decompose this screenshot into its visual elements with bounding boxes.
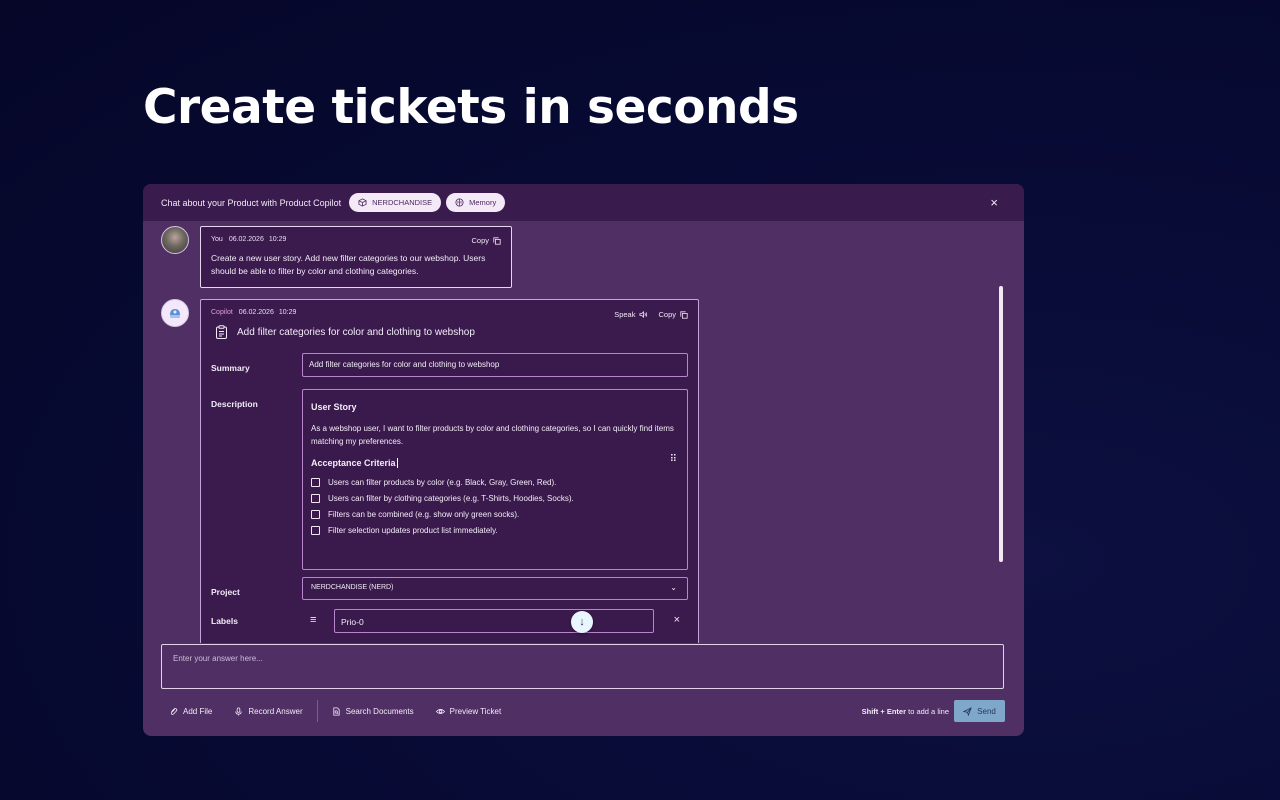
- copilot-chat-panel: Chat about your Product with Product Cop…: [143, 184, 1024, 736]
- send-button[interactable]: Send: [954, 700, 1005, 722]
- labels-row: ≡ Prio-0 ×: [302, 609, 688, 634]
- user-story-text: As a webshop user, I want to filter prod…: [311, 424, 674, 446]
- drag-handle-icon[interactable]: ⠿: [670, 455, 677, 465]
- project-pill[interactable]: NERDCHANDISE: [349, 193, 442, 212]
- message-author: Copilot: [211, 309, 233, 316]
- toolbar-divider: [316, 700, 318, 722]
- paperclip-icon: [170, 707, 178, 715]
- message-time: 10:29: [268, 236, 287, 243]
- box-icon: [358, 198, 367, 207]
- checkbox[interactable]: [311, 510, 320, 519]
- copilot-message: Copilot 06.02.2026 10:29 Speak Copy Add …: [200, 299, 699, 643]
- record-answer-button[interactable]: Record Answer: [234, 706, 303, 716]
- message-author: You: [211, 236, 223, 243]
- description-label: Description: [211, 399, 258, 409]
- message-date: 06.02.2026: [228, 236, 264, 243]
- memory-pill[interactable]: Memory: [446, 193, 506, 212]
- user-story-heading: User Story: [311, 402, 357, 412]
- chevron-down-icon: ⌄: [670, 583, 677, 592]
- acceptance-criteria-heading: Acceptance Criteria: [311, 458, 398, 468]
- user-message-text: Create a new user story. Add new filter …: [211, 253, 486, 276]
- preview-ticket-button[interactable]: Preview Ticket: [435, 707, 501, 716]
- chat-thread[interactable]: You 06.02.2026 10:29 Copy Create a new u…: [143, 221, 1024, 643]
- copilot-avatar: [161, 299, 189, 327]
- criteria-item[interactable]: Users can filter products by color (e.g.…: [311, 478, 679, 487]
- summary-label: Summary: [211, 363, 250, 373]
- criteria-item[interactable]: Filter selection updates product list im…: [311, 526, 679, 535]
- document-search-icon: [333, 706, 340, 716]
- microphone-icon: [235, 706, 242, 716]
- send-icon: [963, 706, 972, 716]
- checkbox[interactable]: [311, 478, 320, 487]
- ticket-title: Add filter categories for color and clot…: [211, 325, 688, 339]
- criteria-item[interactable]: Users can filter by clothing categories …: [311, 494, 679, 503]
- copy-button[interactable]: Copy: [471, 236, 501, 245]
- composer-toolbar: Add File Record Answer Search Documents …: [169, 700, 523, 722]
- user-message: You 06.02.2026 10:29 Copy Create a new u…: [200, 226, 512, 288]
- brain-icon: [455, 198, 464, 207]
- speaker-icon: [639, 310, 648, 319]
- project-pill-label: NERDCHANDISE: [372, 198, 433, 207]
- speak-button[interactable]: Speak: [614, 310, 648, 319]
- labels-label: Labels: [211, 616, 238, 626]
- speak-label: Speak: [614, 310, 636, 319]
- message-date: 06.02.2026: [238, 309, 274, 316]
- remove-label-icon[interactable]: ×: [674, 614, 680, 626]
- message-meta: You 06.02.2026 10:29: [211, 236, 501, 243]
- user-avatar: [161, 226, 189, 254]
- copy-icon: [493, 236, 501, 245]
- eye-icon: [435, 708, 445, 714]
- scrollbar[interactable]: [999, 286, 1003, 562]
- criteria-item[interactable]: Filters can be combined (e.g. show only …: [311, 510, 679, 519]
- close-icon[interactable]: ×: [990, 196, 998, 209]
- newline-hint: Shift + Enter to add a line: [861, 707, 949, 716]
- copilot-logo-icon: [170, 309, 180, 318]
- search-documents-button[interactable]: Search Documents: [332, 707, 414, 716]
- answer-input[interactable]: Enter your answer here...: [161, 644, 1004, 689]
- clipboard-icon: [216, 325, 227, 339]
- description-editor[interactable]: User Story As a webshop user, I want to …: [302, 389, 688, 570]
- project-select-value: NERDCHANDISE (NERD): [311, 584, 394, 591]
- label-input[interactable]: Prio-0: [334, 609, 654, 633]
- project-label: Project: [211, 587, 240, 597]
- copy-icon: [680, 310, 688, 319]
- copy-label: Copy: [658, 310, 676, 319]
- project-select[interactable]: NERDCHANDISE (NERD) ⌄: [302, 577, 688, 600]
- message-time: 10:29: [278, 309, 297, 316]
- panel-header: Chat about your Product with Product Cop…: [143, 184, 1024, 221]
- ticket-title-text: Add filter categories for color and clot…: [237, 326, 475, 338]
- hero-title: Create tickets in seconds: [143, 80, 799, 135]
- add-file-button[interactable]: Add File: [169, 707, 212, 716]
- panel-title: Chat about your Product with Product Cop…: [161, 197, 342, 208]
- list-icon[interactable]: ≡: [310, 615, 316, 626]
- copy-label: Copy: [471, 236, 489, 245]
- checkbox[interactable]: [311, 526, 320, 535]
- memory-pill-label: Memory: [469, 198, 497, 207]
- copy-button[interactable]: Copy: [658, 310, 688, 319]
- checkbox[interactable]: [311, 494, 320, 503]
- summary-field[interactable]: Add filter categories for color and clot…: [302, 353, 688, 377]
- arrow-down-icon[interactable]: ↓: [571, 611, 593, 633]
